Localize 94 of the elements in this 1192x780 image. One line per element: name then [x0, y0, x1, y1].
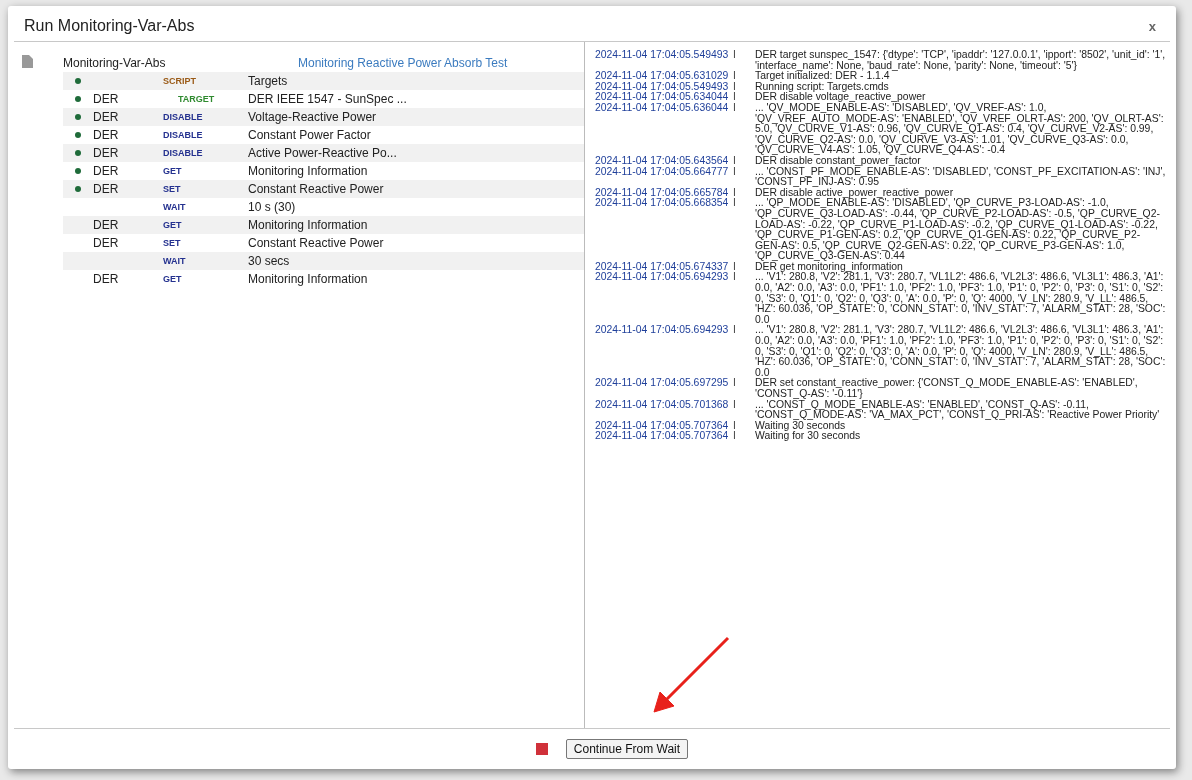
- log-separator: I: [733, 431, 737, 442]
- step-command: GET: [163, 166, 182, 176]
- log-separator: I: [733, 166, 737, 179]
- log-separator: I: [733, 399, 737, 412]
- log-separator: I: [733, 261, 737, 272]
- step-command: SET: [163, 238, 181, 248]
- log-message: Running script: Targets.cmds: [755, 81, 889, 93]
- log-separator: I: [733, 102, 737, 115]
- log-separator: I: [733, 81, 737, 92]
- log-timestamp: 2024-11-04 17:04:05.707364: [595, 420, 730, 431]
- stop-icon[interactable]: [535, 743, 548, 755]
- step-target: DER: [93, 146, 119, 160]
- continue-button[interactable]: Continue From Wait: [565, 739, 689, 759]
- log-separator: I: [733, 378, 737, 391]
- log-message: Waiting 30 seconds: [755, 420, 846, 432]
- step-text: Constant Reactive Power: [248, 182, 384, 196]
- step-target: DER: [93, 272, 119, 286]
- log-timestamp: 2024-11-04 17:04:05.697295: [595, 378, 730, 391]
- step-target: DER: [93, 110, 119, 124]
- step-target: DER: [93, 218, 119, 232]
- step-command: DISABLE: [163, 130, 203, 140]
- log-timestamp: 2024-11-04 17:04:05.668354: [595, 198, 730, 211]
- log-timestamp: 2024-11-04 17:04:05.694293: [595, 272, 730, 285]
- close-button[interactable]: x: [1148, 18, 1156, 34]
- log-message: Target initialized: DER - 1.1.4: [755, 71, 890, 82]
- log-separator: I: [733, 92, 737, 103]
- log-message: ... 'QV_MODE_ENABLE-AS': 'DISABLED', 'QV_VREF-AS': 1.0, 'QV_VREF_AUTO_MODE-AS': 'ENABLED', 'QV_VREF_OLRT-AS': 200, 'QV_OLRT-AS': 5.0, 'QV_CURVE_V1-AS': 0.96, 'QV_CURVE_Q1-AS': 0.4, 'QV_CURVE_V2-AS': 0.99, 'QV_CURVE_Q2-AS': 0.0, 'QV_CURVE_V3-AS': 1.01, 'QV_CURVE_Q3-AS': 0.0, 'QV_CURVE_V4-AS': 1.05, 'QV_CURVE_Q4-AS': -0.4: [755, 102, 1165, 156]
- log-separator: I: [733, 187, 737, 198]
- log-separator: I: [733, 50, 737, 62]
- log-separator: I: [733, 71, 737, 82]
- step-row[interactable]: DER SET Constant Reactive Power: [63, 180, 584, 198]
- log-timestamp: 2024-11-04 17:04:05.707364: [595, 431, 730, 442]
- step-text: Targets: [248, 74, 288, 88]
- step-text: Monitoring Information: [248, 272, 368, 286]
- step-text: Monitoring Information: [248, 164, 368, 178]
- step-command: WAIT: [163, 256, 186, 266]
- step-command: TARGET: [178, 94, 215, 104]
- step-command: GET: [163, 274, 182, 284]
- log-timestamp: 2024-11-04 17:04:05.634044: [595, 92, 730, 103]
- suite-name: Monitoring-Var-Abs: [63, 56, 167, 70]
- step-command: SET: [163, 184, 181, 194]
- log-separator: I: [733, 272, 737, 285]
- log-message: ... 'V1': 280.8, 'V2': 281.1, 'V3': 280.7, 'VL1L2': 486.6, 'VL2L3': 486.6, 'VL3L1': 486.3, 'A1': 0.0, 'A2': 0.0, 'A3': 0.0, 'PF1': 1.0, 'PF2': 1.0, 'PF3': 1.0, 'P1': 0, 'P2': 0, 'P3': 0, 'S1': 0, 'S2': 0, 'S3': 0, 'Q1': 0, 'Q2': 0, 'Q3': 0, 'A': 0.0, 'P': 0, 'Q': 4000, 'V_LN': 280.9, 'V_LL': 486.5, 'HZ': 60.036, 'OP_STATE': 0, 'CONN_STAT': 0, 'INV_STAT': 7, 'ALARM_STAT': 28, 'SOC': 0.0: [755, 272, 1166, 325]
- log-message: DER target sunspec_1547: {'dtype': 'TCP', 'ipaddr': '127.0.0.1', 'ipport': '8502', 'unit_id': '1', 'interface_name': None, 'baud_rate': None, 'parity': None, 'timeout': '5'}: [755, 50, 1166, 72]
- step-text: DER IEEE 1547 - SunSpec ...: [248, 92, 407, 106]
- log-separator: I: [733, 155, 737, 167]
- log-message: DER set constant_reactive_power: {'CONST_Q_MODE_ENABLE-AS': 'ENABLED', 'CONST_Q-AS': '-0.11'}: [755, 378, 1139, 400]
- log-message: ... 'QP_MODE_ENABLE-AS': 'DISABLED', 'QP_CURVE_P3-LOAD-AS': -1.0, 'QP_CURVE_Q3-LOAD-AS': -0.44, 'QP_CURVE_P2-LOAD-AS': -0.5, 'QP_CURVE_Q2-LOAD-AS': -0.22, 'QP_CURVE_P1-LOAD-AS': -0.2, 'QP_CURVE_Q1-LOAD-AS': -0.22, 'QP_CURVE_P1-GEN-AS': 0.2, 'QP_CURVE_Q1-GEN-AS': 0.22, 'QP_CURVE_P2-GEN-AS': 0.5, 'QP_CURVE_Q2-GEN-AS': 0.22, 'QP_CURVE_P3-GEN-AS': 1.0, 'QP_CURVE_Q3-GEN-AS': 0.44: [755, 198, 1161, 262]
- log-timestamp: 2024-11-04 17:04:05.701368: [595, 399, 730, 412]
- step-command: SCRIPT: [163, 76, 196, 86]
- step-text: Constant Power Factor: [248, 128, 371, 142]
- log-separator: I: [733, 325, 737, 338]
- step-text: 10 s (30): [248, 200, 296, 214]
- log-message: DER disable constant_power_factor: [755, 155, 922, 167]
- log-timestamp: 2024-11-04 17:04:05.674337: [595, 261, 730, 272]
- step-command: DISABLE: [163, 112, 203, 122]
- step-command: GET: [163, 220, 182, 230]
- log-message: DER disable active_power_reactive_power: [755, 187, 954, 199]
- step-row[interactable]: DER DISABLE Voltage-Reactive Power: [63, 108, 584, 126]
- window-title: Run Monitoring-Var-Abs: [24, 17, 195, 35]
- suite-description: Monitoring Reactive Power Absorb Test: [298, 56, 508, 70]
- step-target: DER: [93, 236, 119, 250]
- step-row[interactable]: DER DISABLE Active Power-Reactive Po...: [63, 144, 584, 162]
- log-timestamp: 2024-11-04 17:04:05.665784: [595, 187, 730, 198]
- log-message: DER get monitoring_information: [755, 261, 903, 273]
- log-separator: I: [733, 420, 737, 431]
- step-target: DER: [93, 128, 119, 142]
- log-message: ... 'CONST_PF_MODE_ENABLE-AS': 'DISABLED', 'CONST_PF_EXCITATION-AS': 'INJ', 'CONST_PF_INJ-AS': 0.95: [755, 166, 1166, 188]
- step-row[interactable]: WAIT 30 secs: [63, 252, 584, 270]
- step-text: Active Power-Reactive Po...: [248, 146, 397, 160]
- step-row[interactable]: SCRIPT Targets: [63, 72, 584, 90]
- step-target: DER: [93, 92, 119, 106]
- step-row[interactable]: DER GET Monitoring Information: [63, 216, 584, 234]
- log-timestamp: 2024-11-04 17:04:05.631029: [595, 71, 730, 82]
- log-message: ... 'V1': 280.8, 'V2': 281.1, 'V3': 280.7, 'VL1L2': 486.6, 'VL2L3': 486.6, 'VL3L1': 486.3, 'A1': 0.0, 'A2': 0.0, 'A3': 0.0, 'PF1': 1.0, 'PF2': 1.0, 'PF3': 1.0, 'P1': 0, 'P2': 0, 'P3': 0, 'S1': 0, 'S2': 0, 'S3': 0, 'Q1': 0, 'Q2': 0, 'Q3': 0, 'A': 0.0, 'P': 0, 'Q': 4000, 'V_LN': 280.9, 'V_LL': 486.5, 'HZ': 60.036, 'OP_STATE': 0, 'CONN_STAT': 0, 'INV_STAT': 7, 'ALARM_STAT': 28, 'SOC': 0.0: [755, 325, 1166, 378]
- log-message: ... 'CONST_Q_MODE_ENABLE-AS': 'ENABLED', 'CONST_Q-AS': -0.11, 'CONST_Q_MODE-AS': 'VA_MAX_PCT', 'CONST_Q_PRI-AS': 'Reactive Power Priority': [755, 399, 1161, 421]
- step-target: DER: [93, 182, 119, 196]
- step-text: 30 secs: [248, 254, 290, 268]
- file-icon: [22, 55, 33, 68]
- log-timestamp: 2024-11-04 17:04:05.694293: [595, 325, 730, 338]
- log-message: Waiting for 30 seconds: [755, 431, 862, 442]
- step-text: Voltage-Reactive Power: [248, 110, 377, 124]
- log-timestamp: 2024-11-04 17:04:05.549493: [595, 81, 730, 92]
- log-timestamp: 2024-11-04 17:04:05.664777: [595, 166, 730, 179]
- step-text: Monitoring Information: [248, 218, 368, 232]
- step-text: Constant Reactive Power: [248, 236, 384, 250]
- log-timestamp: 2024-11-04 17:04:05.636044: [595, 102, 730, 115]
- step-command: WAIT: [163, 202, 186, 212]
- log-message: DER disable voltage_reactive_power: [755, 92, 926, 103]
- log-timestamp: 2024-11-04 17:04:05.643564: [595, 155, 730, 167]
- log-separator: I: [733, 198, 737, 211]
- log-timestamp: 2024-11-04 17:04:05.549493: [595, 50, 730, 62]
- step-command: DISABLE: [163, 148, 203, 158]
- step-target: DER: [93, 164, 119, 178]
